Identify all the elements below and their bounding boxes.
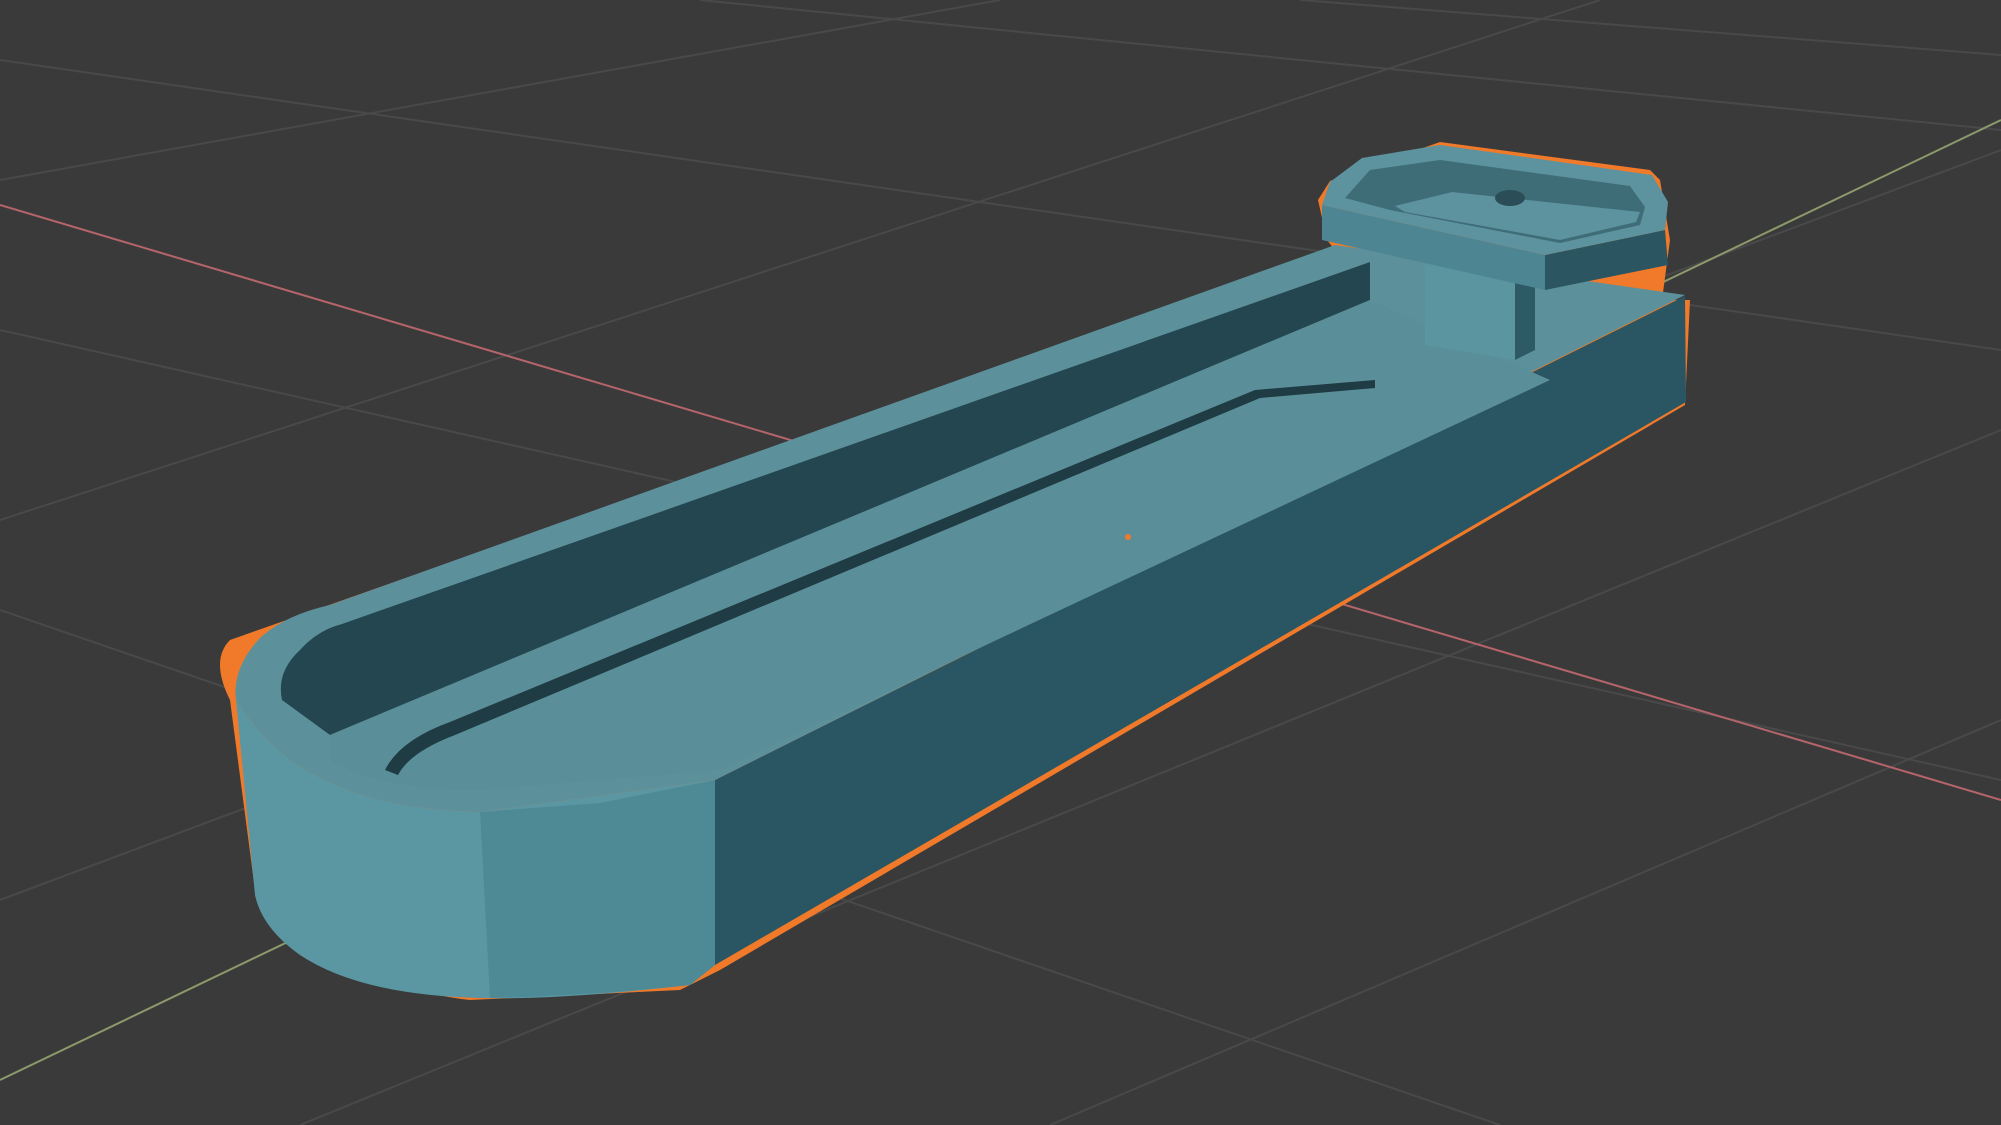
3d-viewport[interactable] xyxy=(0,0,2001,1125)
viewport-canvas[interactable] xyxy=(0,0,2001,1125)
cap-pin-hole xyxy=(1495,190,1525,206)
object-origin-dot xyxy=(1125,534,1131,540)
selected-mesh-object[interactable] xyxy=(220,142,1690,1000)
tray-left-end-shade xyxy=(480,780,715,998)
